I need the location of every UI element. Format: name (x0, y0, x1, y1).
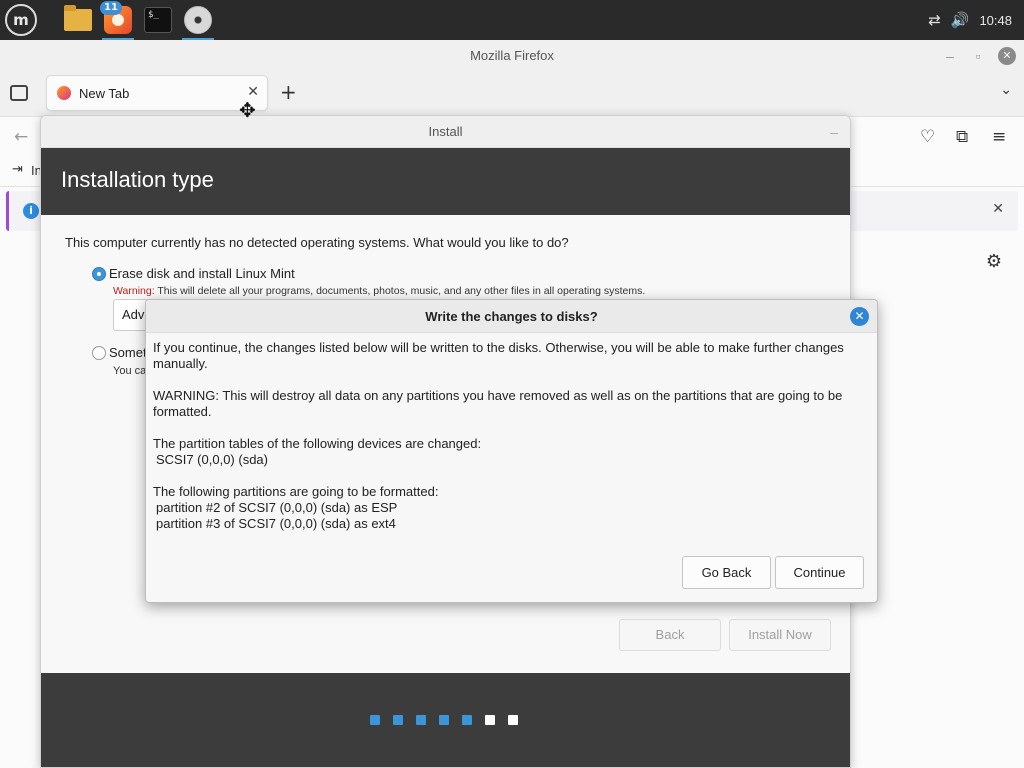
installer-footer (41, 673, 850, 767)
dialog-body: If you continue, the changes listed belo… (153, 340, 873, 548)
install-now-button[interactable]: Install Now (729, 619, 831, 651)
maximize-icon[interactable]: ▫ (968, 46, 988, 66)
tab-bar: New Tab ✕ + ⌄ (0, 72, 1024, 116)
extensions-icon[interactable]: ⧉ (956, 127, 968, 147)
installer-titlebar: Install – (41, 116, 850, 148)
minimize-icon[interactable]: – (940, 46, 960, 66)
continue-button[interactable]: Continue (775, 556, 864, 589)
dialog-paragraph-2: WARNING: This will destroy all data on a… (153, 388, 843, 419)
terminal-icon: $_ (144, 7, 172, 33)
close-notification-icon[interactable]: ✕ (992, 201, 1004, 217)
erase-warning: Warning: This will delete all your progr… (113, 285, 645, 297)
back-arrow-icon[interactable]: ← (14, 127, 28, 147)
warning-label: Warning: (113, 285, 155, 297)
minimize-icon[interactable]: – (830, 116, 838, 148)
new-tab-button[interactable]: + (280, 80, 297, 104)
tab-new-tab[interactable]: New Tab ✕ (46, 75, 268, 111)
installer-title: Install (428, 124, 463, 139)
move-cursor-icon: ✥ (239, 98, 256, 122)
partitions-format-section: The following partitions are going to be… (153, 484, 873, 532)
install-question: This computer currently has no detected … (65, 235, 569, 250)
chevron-down-icon[interactable]: ⌄ (1000, 82, 1012, 98)
partition-tables-section: The partition tables of the following de… (153, 436, 873, 468)
progress-dots (370, 715, 518, 725)
import-bookmarks-icon[interactable]: ⇥ (12, 162, 23, 177)
progress-step-dot (485, 715, 495, 725)
disc-icon (184, 6, 212, 34)
close-icon[interactable]: ✕ (850, 307, 869, 326)
progress-step-dot (416, 715, 426, 725)
progress-step-dot (462, 715, 472, 725)
gear-icon[interactable]: ⚙ (986, 251, 1002, 272)
something-else-note: You ca (113, 365, 147, 377)
volume-icon[interactable]: 🔊 (951, 11, 970, 29)
dialog-title: Write the changes to disks? (146, 300, 877, 333)
write-changes-dialog: Write the changes to disks? ✕ If you con… (145, 299, 878, 603)
back-button[interactable]: Back (619, 619, 721, 651)
taskbar: m 11 $_ ⇄ 🔊 10:48 (0, 0, 1024, 40)
installer-header: Installation type (41, 148, 850, 215)
firefox-window-title: Mozilla Firefox (470, 48, 554, 63)
partition-item: partition #3 of SCSI7 (0,0,0) (sda) as e… (156, 516, 396, 531)
mint-menu-icon[interactable]: m (5, 4, 37, 36)
folder-icon (64, 5, 92, 31)
files-launcher[interactable] (58, 0, 98, 40)
system-tray: ⇄ 🔊 10:48 (928, 0, 1012, 40)
firefox-favicon-icon (57, 86, 71, 100)
installer-launcher[interactable] (178, 0, 218, 40)
firefox-view-icon[interactable] (10, 85, 28, 101)
progress-step-dot (439, 715, 449, 725)
something-else-radio[interactable] (92, 346, 106, 360)
close-window-icon[interactable]: ✕ (998, 47, 1016, 65)
page-title: Installation type (61, 167, 214, 192)
firefox-titlebar: Mozilla Firefox – ▫ (0, 40, 1024, 72)
erase-disk-label[interactable]: Erase disk and install Linux Mint (109, 266, 295, 281)
network-icon[interactable]: ⇄ (928, 11, 941, 29)
progress-step-dot (393, 715, 403, 725)
dialog-paragraph-1: If you continue, the changes listed belo… (153, 340, 844, 371)
warning-text: This will delete all your programs, docu… (154, 285, 646, 297)
clock[interactable]: 10:48 (979, 13, 1012, 28)
terminal-launcher[interactable]: $_ (138, 0, 178, 40)
menu-icon[interactable]: ≡ (992, 127, 1006, 147)
device-item: SCSI7 (0,0,0) (sda) (156, 452, 268, 467)
info-icon: i (23, 203, 39, 219)
progress-step-dot (370, 715, 380, 725)
erase-disk-radio[interactable] (92, 267, 106, 281)
pocket-icon[interactable]: ♡ (920, 127, 935, 147)
tab-label: New Tab (79, 85, 130, 101)
notification-badge: 11 (100, 1, 122, 15)
go-back-button[interactable]: Go Back (682, 556, 771, 589)
partition-item: partition #2 of SCSI7 (0,0,0) (sda) as E… (156, 500, 398, 515)
partition-tables-heading: The partition tables of the following de… (153, 436, 482, 451)
partitions-format-heading: The following partitions are going to be… (153, 484, 439, 499)
progress-step-dot (508, 715, 518, 725)
